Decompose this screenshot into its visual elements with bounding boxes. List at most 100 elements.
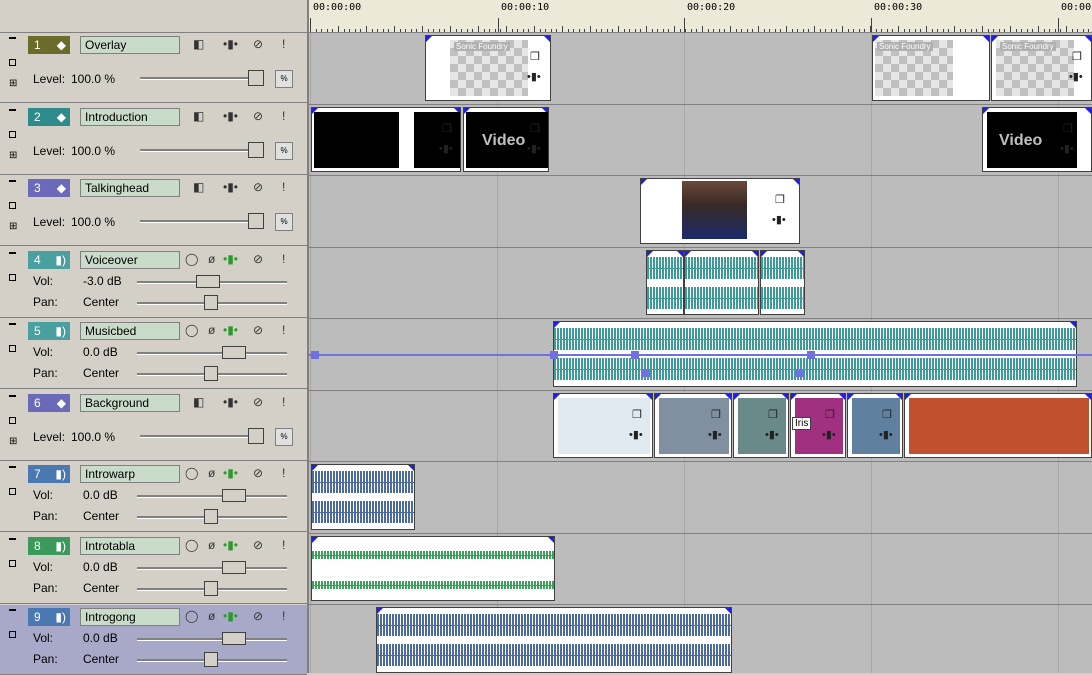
pan-crop-icon[interactable]: ❐: [632, 408, 642, 421]
background-clip[interactable]: ❐ •▮•: [553, 392, 653, 458]
pan-slider-knob[interactable]: [204, 294, 218, 310]
clip-fx-icon[interactable]: •▮•: [1060, 142, 1074, 155]
level-percent-button[interactable]: %: [275, 213, 293, 231]
clip-fade-handle[interactable]: [1085, 36, 1091, 42]
mute-icon[interactable]: ⊘: [253, 323, 263, 337]
overlay-clip[interactable]: Sonic Foundry: [872, 35, 990, 101]
track-header-introwarp[interactable]: 7 ▮) Introwarp ◯ ø •▮• ⊘ ! Vol: 0.0 dB P…: [0, 462, 307, 532]
pan-crop-icon[interactable]: ❐: [825, 408, 835, 421]
background-clip[interactable]: [904, 392, 1092, 458]
composite-mode-icon[interactable]: ◧: [193, 180, 204, 194]
minimize-track-icon[interactable]: [9, 466, 16, 468]
clip-fx-icon[interactable]: •▮•: [527, 142, 541, 155]
minimize-track-icon[interactable]: [9, 37, 16, 39]
volume-slider-track[interactable]: [137, 495, 287, 498]
track-header-musicbed[interactable]: 5 ▮) Musicbed ◯ ø •▮• ⊘ ! Vol: 0.0 dB Pa…: [0, 319, 307, 389]
pan-crop-icon[interactable]: ❐: [530, 50, 540, 63]
composite-mode-icon[interactable]: ◧: [193, 109, 204, 123]
invert-phase-icon[interactable]: ø: [208, 538, 215, 552]
minimize-track-icon[interactable]: [9, 537, 16, 540]
track-header-introduction[interactable]: 2 ◆ Introduction ◧ •▮• ⊘ ! Level: 100.0 …: [0, 104, 307, 175]
mute-icon[interactable]: ⊘: [253, 466, 263, 480]
clip-fade-handle[interactable]: [426, 36, 432, 42]
talkinghead-clip[interactable]: ❐ •▮•: [640, 178, 800, 244]
automation-icon[interactable]: ⊞: [9, 150, 17, 161]
level-percent-button[interactable]: %: [275, 427, 293, 446]
level-slider-track[interactable]: [140, 220, 255, 223]
track-fx-icon[interactable]: •▮•: [223, 180, 238, 194]
minimize-track-icon[interactable]: [9, 108, 16, 111]
level-slider-track[interactable]: [140, 148, 255, 152]
level-slider-knob[interactable]: [248, 70, 264, 86]
pan-slider-knob[interactable]: [204, 509, 218, 524]
minimize-track-icon[interactable]: [9, 180, 16, 182]
clip-fx-icon[interactable]: •▮•: [1069, 70, 1083, 83]
pan-crop-icon[interactable]: ❐: [882, 408, 892, 421]
envelope-point[interactable]: [807, 351, 815, 359]
clip-fx-icon[interactable]: •▮•: [879, 428, 893, 441]
track-fx-icon[interactable]: •▮•: [223, 252, 238, 266]
volume-slider-knob[interactable]: [222, 346, 246, 359]
overlay-clip[interactable]: Sonic Foundry ❐ •▮•: [425, 35, 551, 101]
expand-track-icon[interactable]: [9, 59, 16, 66]
intro-clip[interactable]: ❐ •▮•: [311, 106, 461, 172]
track-header-talkinghead[interactable]: 3 ◆ Talkinghead ◧ •▮• ⊘ ! Level: 100.0 %…: [0, 176, 307, 246]
record-arm-icon[interactable]: ◯: [185, 609, 198, 623]
track-fx-icon[interactable]: •▮•: [223, 109, 238, 123]
track-number-badge[interactable]: 4 ▮): [28, 250, 70, 269]
solo-icon[interactable]: !: [282, 395, 285, 409]
clip-fade-handle[interactable]: [983, 36, 989, 42]
pan-crop-icon[interactable]: ❐: [442, 122, 452, 135]
expand-track-icon[interactable]: [9, 488, 16, 495]
expand-track-icon[interactable]: [9, 631, 16, 638]
expand-track-icon[interactable]: [9, 273, 16, 281]
pan-crop-icon[interactable]: ❐: [1072, 50, 1082, 63]
expand-track-icon[interactable]: [9, 345, 16, 352]
background-clip[interactable]: ❐ •▮•: [654, 392, 732, 458]
minimize-track-icon[interactable]: [9, 394, 16, 397]
envelope-point[interactable]: [795, 369, 803, 377]
expand-track-icon[interactable]: [9, 559, 16, 567]
volume-slider-knob[interactable]: [222, 560, 246, 574]
pan-crop-icon[interactable]: ❐: [1063, 122, 1073, 135]
record-arm-icon[interactable]: ◯: [185, 323, 198, 337]
mute-icon[interactable]: ⊘: [253, 109, 263, 123]
track-name-field[interactable]: Introtabla: [80, 536, 180, 555]
minimize-track-icon[interactable]: [9, 609, 16, 611]
record-arm-icon[interactable]: ◯: [185, 252, 198, 266]
record-arm-icon[interactable]: ◯: [185, 538, 198, 552]
solo-icon[interactable]: !: [282, 109, 285, 123]
envelope-point[interactable]: [631, 351, 639, 359]
mute-icon[interactable]: ⊘: [253, 609, 263, 623]
invert-phase-icon[interactable]: ø: [208, 323, 215, 337]
clip-fx-icon[interactable]: •▮•: [822, 428, 836, 441]
track-header-introgong[interactable]: 9 ▮) Introgong ◯ ø •▮• ⊘ ! Vol: 0.0 dB P…: [0, 605, 307, 675]
composite-mode-icon[interactable]: ◧: [193, 395, 204, 409]
track-number-badge[interactable]: 3 ◆: [28, 179, 70, 197]
pan-crop-icon[interactable]: ❐: [711, 408, 721, 421]
volume-slider-knob[interactable]: [196, 274, 220, 288]
track-header-introtabla[interactable]: 8 ▮) Introtabla ◯ ø •▮• ⊘ ! Vol: 0.0 dB …: [0, 533, 307, 604]
minimize-track-icon[interactable]: [9, 323, 16, 325]
automation-icon[interactable]: ⊞: [9, 436, 17, 447]
track-number-badge[interactable]: 2 ◆: [28, 107, 70, 126]
invert-phase-icon[interactable]: ø: [208, 466, 215, 480]
volume-slider-knob[interactable]: [222, 489, 246, 502]
expand-track-icon[interactable]: [9, 202, 16, 209]
volume-slider-knob[interactable]: [222, 632, 246, 645]
clip-fx-icon[interactable]: •▮•: [629, 428, 643, 441]
track-name-field[interactable]: Voiceover: [80, 250, 180, 269]
level-percent-button[interactable]: %: [275, 70, 293, 88]
track-number-badge[interactable]: 1 ◆: [28, 36, 70, 54]
timeline-area[interactable]: Sonic Foundry ❐ •▮• Sonic Foundry Sonic Foun…: [309, 33, 1092, 673]
envelope-point[interactable]: [642, 369, 650, 377]
solo-icon[interactable]: !: [282, 466, 285, 480]
solo-icon[interactable]: !: [282, 323, 285, 337]
volume-envelope[interactable]: [309, 354, 1092, 356]
pan-slider-knob[interactable]: [204, 580, 218, 596]
track-fx-icon[interactable]: •▮•: [223, 538, 238, 552]
track-header-background[interactable]: 6 ◆ Background ◧ •▮• ⊘ ! Level: 100.0 % …: [0, 390, 307, 461]
solo-icon[interactable]: !: [282, 609, 285, 623]
automation-icon[interactable]: ⊞: [9, 221, 17, 232]
invert-phase-icon[interactable]: ø: [208, 252, 215, 266]
